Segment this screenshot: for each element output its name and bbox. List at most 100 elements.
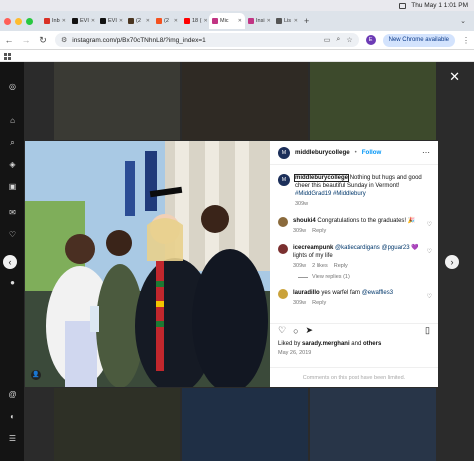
more-menu-icon[interactable]: ☰ — [8, 434, 17, 443]
close-window-button[interactable] — [4, 17, 11, 25]
caption-username[interactable]: middleburycollege — [293, 174, 350, 182]
post-date[interactable]: May 26, 2019 — [278, 350, 311, 356]
tab-close-icon[interactable]: ✕ — [119, 18, 123, 24]
browser-tab[interactable]: 18 (✕ — [181, 13, 209, 29]
tab-close-icon[interactable]: ✕ — [174, 18, 178, 24]
grid-tile[interactable] — [54, 62, 180, 140]
profile-icon[interactable]: ● — [8, 278, 17, 287]
next-post-arrow-icon[interactable]: › — [445, 255, 459, 269]
profile-avatar[interactable]: E — [365, 35, 376, 45]
comments-list[interactable]: M middleburycollege Nothing but hugs and… — [270, 168, 438, 318]
site-info-icon[interactable]: ⚙ — [61, 36, 67, 44]
comment-likes[interactable]: 2 likes — [312, 262, 328, 270]
post-photo[interactable]: 👤 — [25, 141, 270, 387]
reload-button[interactable]: ↻ — [38, 35, 48, 46]
commenter-username[interactable]: icecreampunk — [293, 245, 333, 251]
explore-icon[interactable]: ◈ — [8, 160, 17, 169]
reels-icon[interactable]: ▣ — [8, 182, 17, 191]
like-heart-icon[interactable]: ♡ — [278, 325, 286, 336]
close-icon[interactable]: ✕ — [449, 70, 460, 83]
save-bookmark-icon[interactable]: ▯ — [425, 325, 430, 336]
browser-tab[interactable]: Inb ✕ — [41, 13, 69, 29]
browser-tab[interactable]: EVI ✕ — [97, 13, 125, 29]
tab-close-icon[interactable]: ✕ — [267, 18, 271, 24]
bookmark-star-icon[interactable]: ☆ — [346, 36, 352, 44]
comment-like-heart-icon[interactable]: ♡ — [427, 221, 432, 228]
grid-tile[interactable] — [182, 62, 308, 140]
commenter-avatar[interactable] — [278, 217, 288, 227]
commenter-username[interactable]: lauradillo — [293, 290, 320, 296]
browser-tab[interactable]: Mic ✕ — [209, 13, 245, 29]
commenter-avatar[interactable] — [278, 244, 288, 254]
commenter-avatar[interactable] — [278, 289, 288, 299]
tab-close-icon[interactable]: ✕ — [91, 18, 95, 24]
post-username[interactable]: middleburycollege — [295, 149, 350, 156]
browser-tab[interactable]: Lis ✕ — [273, 13, 301, 29]
comment-time[interactable]: 309w — [293, 262, 306, 270]
browser-tab[interactable]: EVI ✕ — [69, 13, 97, 29]
tab-close-icon[interactable]: ✕ — [62, 18, 66, 24]
grid-tile[interactable] — [310, 388, 436, 461]
notifications-heart-icon[interactable]: ♡ — [8, 230, 17, 239]
commenter-username[interactable]: shouki4 — [293, 218, 316, 224]
new-chrome-available-button[interactable]: New Chrome available — [382, 33, 455, 47]
tab-search-chevron-icon[interactable]: ⌄ — [460, 17, 466, 25]
comment-time[interactable]: 309w — [293, 227, 306, 235]
browser-tab[interactable]: Insi ✕ — [245, 13, 273, 29]
grid-tile[interactable] — [310, 62, 436, 140]
new-tab-button[interactable]: + — [304, 16, 309, 26]
replies-divider — [298, 276, 308, 278]
threads-app-icon[interactable]: ◐ — [8, 412, 17, 421]
apps-grid-icon[interactable] — [4, 53, 11, 60]
search-icon[interactable]: ⌕ — [8, 138, 17, 147]
tab-close-icon[interactable]: ✕ — [203, 18, 207, 24]
liked-by-others[interactable]: others — [363, 341, 381, 347]
home-icon[interactable]: ⌂ — [8, 116, 17, 125]
share-send-icon[interactable]: ➤ — [306, 325, 314, 336]
zoom-window-button[interactable] — [26, 17, 33, 25]
grid-tile[interactable] — [182, 388, 308, 461]
browser-tab[interactable]: (2 ✕ — [153, 13, 181, 29]
more-options-icon[interactable]: ⋯ — [422, 148, 430, 157]
browser-tab[interactable]: (2 ✕ — [125, 13, 153, 29]
cast-icon[interactable]: ▭ — [324, 36, 331, 44]
reply-button[interactable]: Reply — [312, 227, 326, 235]
tagged-users-icon[interactable]: 👤 — [31, 370, 41, 380]
view-replies-button[interactable]: View replies (1) — [270, 274, 438, 280]
comment-mentions[interactable]: @ewaffles3 — [362, 290, 393, 296]
tab-title: Inb — [52, 18, 60, 24]
comment-like-heart-icon[interactable]: ♡ — [427, 248, 432, 255]
view-replies-label[interactable]: View replies (1) — [312, 274, 350, 280]
comment-mentions[interactable]: @katiecardigans @pguar23 — [335, 245, 410, 251]
caption-time[interactable]: 309w — [295, 200, 308, 208]
liked-by-user[interactable]: sarady.merghani — [302, 341, 350, 347]
caption-avatar[interactable]: M — [278, 174, 290, 186]
forward-button[interactable]: → — [21, 35, 31, 45]
tab-close-icon[interactable]: ✕ — [146, 18, 150, 24]
instagram-logo-icon[interactable]: ◎ — [8, 82, 17, 91]
address-bar[interactable]: ⚙ instagram.com/p/Bx70cTNhnL8/?img_index… — [55, 33, 359, 47]
reply-button[interactable]: Reply — [312, 299, 326, 307]
back-button[interactable]: ← — [4, 35, 14, 45]
messages-icon[interactable]: ✉ — [8, 208, 17, 217]
battery-icon — [399, 2, 407, 9]
separator-dot: • — [354, 149, 357, 156]
threads-icon[interactable]: @ — [8, 390, 17, 399]
tab-favicon-icon — [72, 18, 78, 24]
account-avatar[interactable]: M — [278, 146, 290, 159]
minimize-window-button[interactable] — [15, 17, 22, 25]
follow-button[interactable]: Follow — [362, 149, 382, 156]
caption-hashtags[interactable]: #MiddGrad19 #Middlebury — [295, 191, 366, 197]
tab-favicon-icon — [156, 18, 162, 24]
url-text[interactable]: instagram.com/p/Bx70cTNhnL8/?img_index=1 — [72, 37, 206, 44]
chrome-menu-icon[interactable]: ⋮ — [462, 36, 470, 45]
comment-time[interactable]: 309w — [293, 299, 306, 307]
tab-close-icon[interactable]: ✕ — [238, 18, 242, 24]
search-icon[interactable]: ⌕ — [336, 36, 340, 44]
comment-like-heart-icon[interactable]: ♡ — [427, 293, 432, 300]
comment-icon[interactable]: ○ — [293, 326, 298, 336]
tab-close-icon[interactable]: ✕ — [294, 18, 298, 24]
reply-button[interactable]: Reply — [334, 262, 348, 270]
previous-post-arrow-icon[interactable]: ‹ — [3, 255, 17, 269]
grid-tile[interactable] — [54, 388, 180, 461]
